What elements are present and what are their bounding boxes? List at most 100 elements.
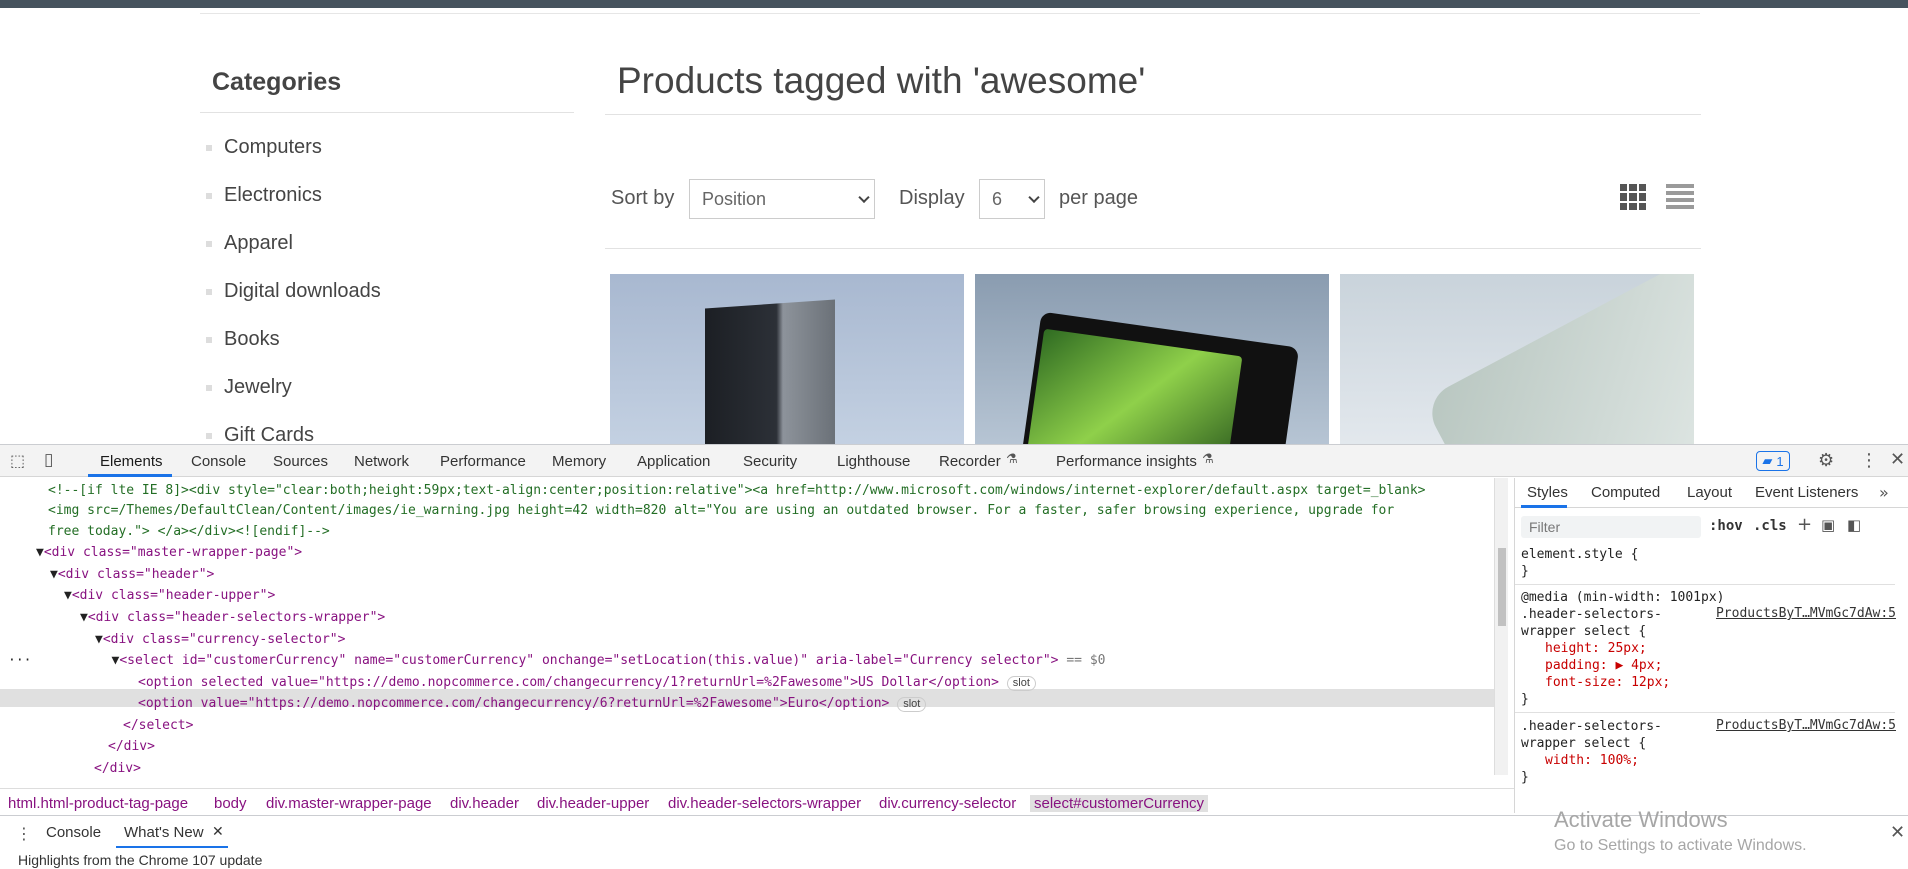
dom-comment-line[interactable]: <!--[if lte IE 8]><div style="clear:both… xyxy=(48,482,1426,500)
css-property[interactable]: padding: ▶ 4px; xyxy=(1545,657,1662,674)
breadcrumb-item[interactable]: div.header xyxy=(450,795,519,812)
tab-performance-insights[interactable]: Performance insights xyxy=(1056,453,1197,470)
styles-tab-bar: Styles Computed Layout Event Listeners » xyxy=(1515,478,1908,508)
inspect-element-icon[interactable]: ⬚ xyxy=(10,451,25,470)
css-property[interactable]: width: 100%; xyxy=(1545,752,1639,769)
category-gift-cards[interactable]: Gift Cards xyxy=(206,424,314,444)
dom-node-text: <select id="customerCurrency" name="cust… xyxy=(119,653,1059,668)
product-image-laptop[interactable] xyxy=(1340,274,1694,444)
ellipsis-icon[interactable]: ··· xyxy=(8,653,31,668)
tab-sources[interactable]: Sources xyxy=(273,453,328,470)
drawer-tab-whats-new[interactable]: What's New xyxy=(124,824,204,841)
expand-triangle-icon[interactable]: ▼ xyxy=(80,610,88,625)
category-digital-downloads[interactable]: Digital downloads xyxy=(206,280,381,303)
tab-computed[interactable]: Computed xyxy=(1591,484,1660,501)
breadcrumb-item[interactable]: div.header-upper xyxy=(537,795,649,812)
more-tabs-icon[interactable]: » xyxy=(1879,483,1889,502)
tab-performance[interactable]: Performance xyxy=(440,453,526,470)
tab-elements[interactable]: Elements xyxy=(100,453,163,470)
close-icon[interactable]: ✕ xyxy=(212,824,224,840)
breadcrumb-item-current[interactable]: select#customerCurrency xyxy=(1030,795,1209,812)
class-toggle[interactable]: .cls xyxy=(1753,518,1787,534)
dom-node-header[interactable]: ▼<div class="header"> xyxy=(50,566,214,584)
css-source-link[interactable]: ProductsByT…MVmGc7dAw:5 xyxy=(1716,718,1896,733)
tab-memory[interactable]: Memory xyxy=(552,453,606,470)
grid-view-icon[interactable] xyxy=(1620,184,1646,210)
expand-triangle-icon[interactable]: ▼ xyxy=(50,567,58,582)
styles-filter-input[interactable]: Filter xyxy=(1521,516,1701,538)
breadcrumb-item[interactable]: div.master-wrapper-page xyxy=(266,795,432,812)
issues-badge[interactable]: ▰ 1 xyxy=(1756,451,1790,471)
category-books[interactable]: Books xyxy=(206,328,280,351)
dom-comment-line[interactable]: <img src=/Themes/DefaultClean/Content/im… xyxy=(48,502,1394,520)
dom-node-currency-selector[interactable]: ▼<div class="currency-selector"> xyxy=(95,631,345,649)
page-size-value: 6 xyxy=(992,188,1003,209)
dom-scrollbar[interactable] xyxy=(1494,478,1508,775)
css-selector[interactable]: .header-selectors- xyxy=(1521,718,1662,735)
drawer-menu-icon[interactable]: ⋮ xyxy=(16,824,32,843)
bullet-icon xyxy=(206,144,212,151)
expand-triangle-icon[interactable]: ▼ xyxy=(64,588,72,603)
close-icon[interactable]: ✕ xyxy=(1890,449,1905,470)
css-property[interactable]: font-size: 12px; xyxy=(1545,674,1670,691)
page-size-select[interactable]: 6 xyxy=(979,179,1045,219)
dom-node-header-selectors-wrapper[interactable]: ▼<div class="header-selectors-wrapper"> xyxy=(80,609,385,627)
bullet-icon xyxy=(206,384,212,391)
tab-security[interactable]: Security xyxy=(743,453,797,470)
css-property[interactable]: height: 25px; xyxy=(1545,640,1647,657)
drawer-tab-console[interactable]: Console xyxy=(46,824,101,841)
product-image-server[interactable] xyxy=(610,274,964,444)
toggle-sidebar-icon[interactable]: ◧ xyxy=(1847,516,1861,534)
category-apparel[interactable]: Apparel xyxy=(206,232,293,255)
css-selector[interactable]: wrapper select { xyxy=(1521,623,1646,640)
display-label: Display xyxy=(899,187,965,209)
divider xyxy=(605,114,1701,115)
category-computers[interactable]: Computers xyxy=(206,136,322,159)
slot-badge[interactable]: slot xyxy=(1006,676,1036,691)
sort-by-select[interactable]: Position xyxy=(689,179,875,219)
tab-network[interactable]: Network xyxy=(354,453,409,470)
paint-brush-icon[interactable]: ▣ xyxy=(1821,516,1835,534)
dom-node-close[interactable]: </div> xyxy=(108,738,155,756)
dom-node-master-wrapper[interactable]: ▼<div class="master-wrapper-page"> xyxy=(36,544,302,562)
tab-styles[interactable]: Styles xyxy=(1527,484,1568,501)
breadcrumb-item[interactable]: div.currency-selector xyxy=(879,795,1016,812)
list-view-icon[interactable] xyxy=(1666,184,1694,210)
more-options-icon[interactable]: ⋮ xyxy=(1860,450,1878,471)
dom-node-option-eur[interactable]: <option value="https://demo.nopcommerce.… xyxy=(138,695,927,713)
tab-application[interactable]: Application xyxy=(637,453,710,470)
css-source-link[interactable]: ProductsByT…MVmGc7dAw:5 xyxy=(1716,606,1896,621)
breadcrumb-item[interactable]: div.header-selectors-wrapper xyxy=(668,795,861,812)
slot-badge[interactable]: slot xyxy=(897,697,927,712)
breadcrumb-item[interactable]: body xyxy=(214,795,247,812)
device-toolbar-icon[interactable]: ▯ xyxy=(44,450,53,470)
dom-node-close[interactable]: </div> xyxy=(94,760,141,775)
tab-recorder[interactable]: Recorder xyxy=(939,453,1001,470)
tab-lighthouse[interactable]: Lighthouse xyxy=(837,453,910,470)
category-jewelry[interactable]: Jewelry xyxy=(206,376,292,399)
bullet-icon xyxy=(206,288,212,295)
tab-layout[interactable]: Layout xyxy=(1687,484,1732,501)
expand-triangle-icon[interactable]: ▼ xyxy=(95,632,103,647)
breadcrumb-item[interactable]: html.html-product-tag-page xyxy=(8,795,188,812)
devtools-tab-bar: ⬚ ▯ Elements Console Sources Network Per… xyxy=(0,445,1908,477)
category-electronics[interactable]: Electronics xyxy=(206,184,322,207)
dom-node-close[interactable]: </select> xyxy=(123,717,193,735)
dom-node-select-selected[interactable]: ··· ▼<select id="customerCurrency" name="… xyxy=(8,652,1105,670)
dom-comment-line[interactable]: free today."> </a></div><![endif]--> xyxy=(48,523,330,541)
tab-console[interactable]: Console xyxy=(191,453,246,470)
gear-icon[interactable]: ⚙ xyxy=(1818,450,1834,471)
css-selector[interactable]: .header-selectors- xyxy=(1521,606,1662,623)
hover-state-toggle[interactable]: :hov xyxy=(1709,518,1743,534)
expand-triangle-icon[interactable]: ▼ xyxy=(36,545,44,560)
tab-event-listeners[interactable]: Event Listeners xyxy=(1755,484,1858,501)
divider xyxy=(200,112,574,113)
scrollbar-thumb[interactable] xyxy=(1498,548,1506,626)
css-element-style[interactable]: element.style { xyxy=(1521,546,1638,563)
close-icon[interactable]: ✕ xyxy=(1890,822,1905,843)
css-selector[interactable]: wrapper select { xyxy=(1521,735,1646,752)
add-rule-icon[interactable]: + xyxy=(1797,514,1812,535)
dom-node-header-upper[interactable]: ▼<div class="header-upper"> xyxy=(64,587,275,605)
product-image-tablet[interactable] xyxy=(975,274,1329,444)
dom-node-option-usd[interactable]: <option selected value="https://demo.nop… xyxy=(138,674,1036,692)
